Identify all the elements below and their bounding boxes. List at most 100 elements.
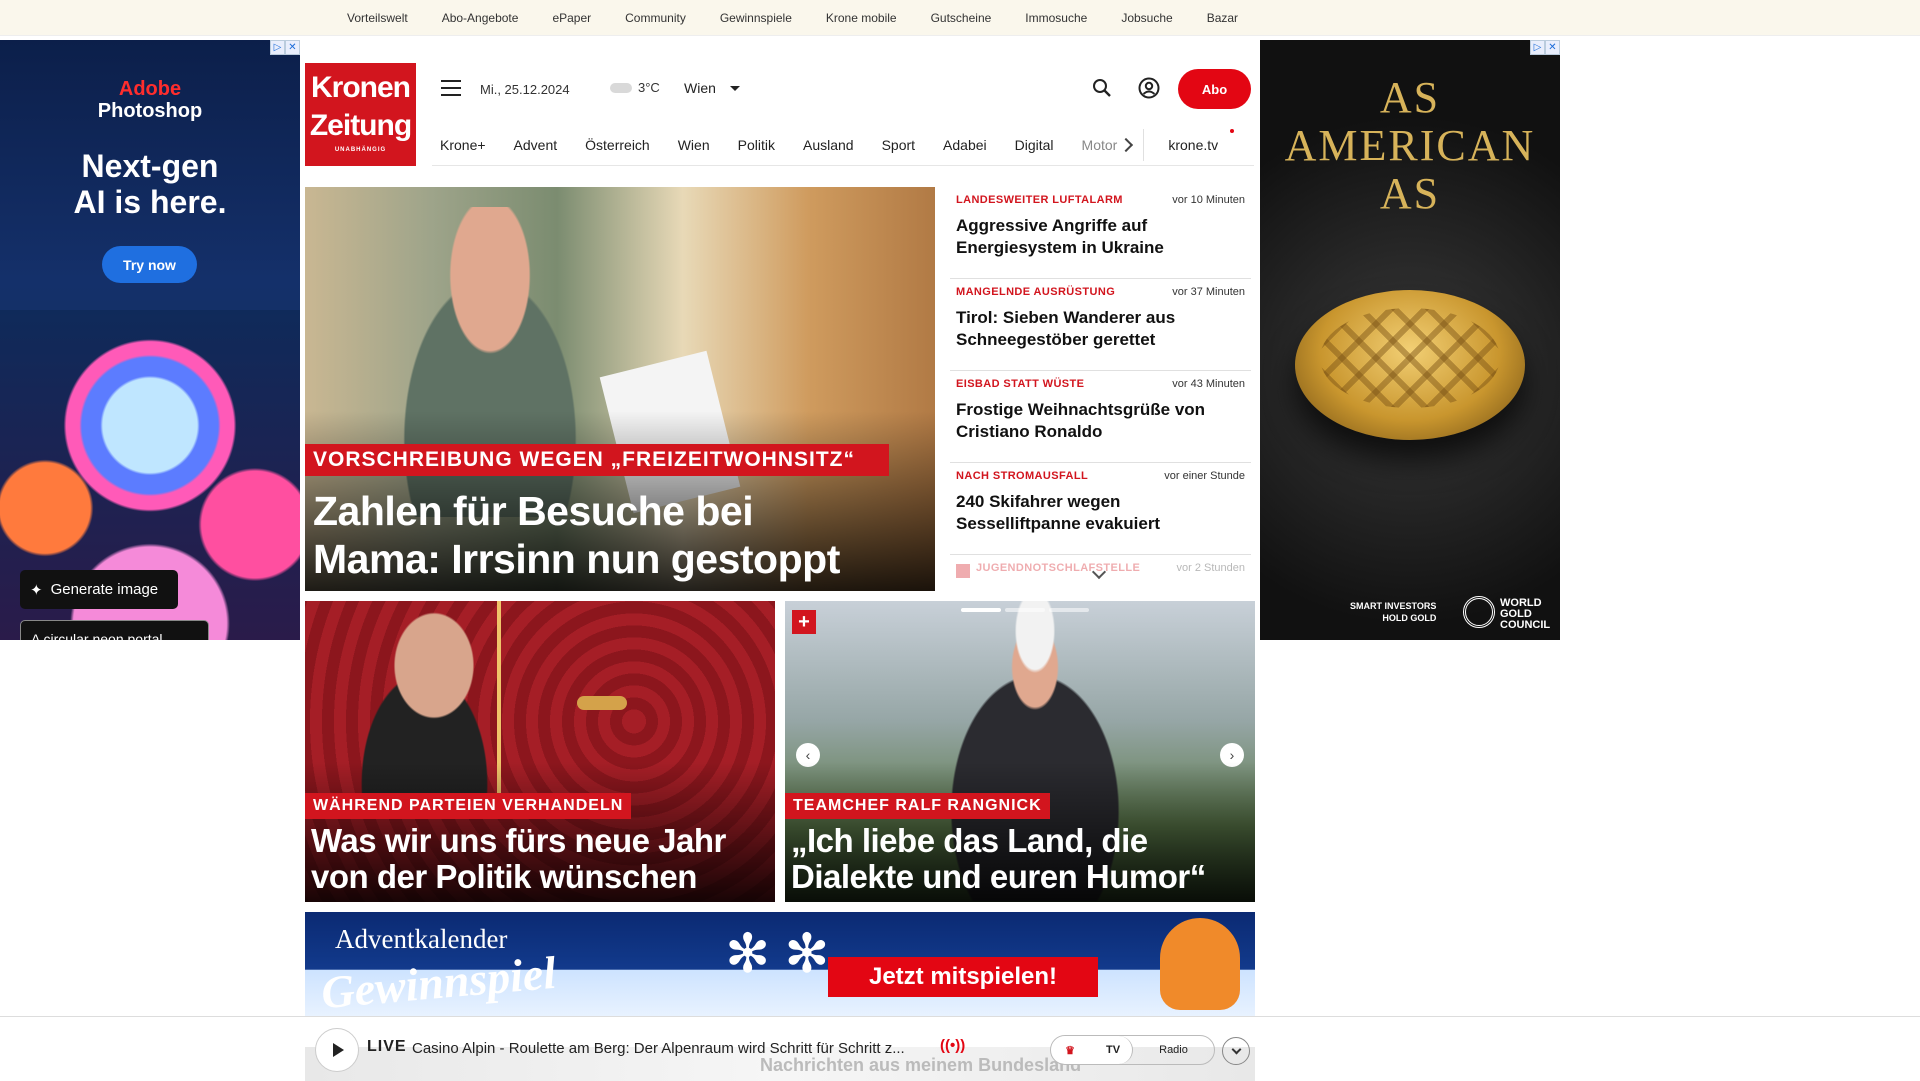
news-time: vor 43 Minuten <box>1172 378 1245 390</box>
live-dot-icon <box>1230 128 1235 133</box>
card-title-line2: von der Politik wünschen <box>311 858 697 895</box>
slider-dot[interactable] <box>1049 608 1089 612</box>
card-kicker: WÄHREND PARTEIEN VERHANDELN <box>305 793 632 819</box>
nav-item-wien[interactable]: Wien <box>678 137 710 153</box>
nav-item-advent[interactable]: Advent <box>514 137 558 153</box>
adchoices-icon[interactable]: ▷ <box>270 40 285 55</box>
live-player-bar: Nachrichten aus meinem Bundesland LIVE C… <box>0 1016 1920 1081</box>
left-skyscraper-ad[interactable]: ▷ ✕ Adobe Photoshop Next-gen AI is here.… <box>0 40 300 640</box>
news-time: vor einer Stunde <box>1164 470 1245 482</box>
ad-tagline-line3: AS <box>1379 169 1441 218</box>
abo-button[interactable]: Abo <box>1178 69 1251 109</box>
nav-item-oesterreich[interactable]: Österreich <box>585 137 650 153</box>
logo-subline: UNABHÄNGIG <box>334 147 387 153</box>
search-icon[interactable] <box>1092 78 1112 98</box>
latest-news-list: LANDESWEITER LUFTALARM vor 10 Minuten Ag… <box>950 187 1251 590</box>
hero-title: Zahlen für Besuche bei Mama: Irrsinn nun… <box>313 487 840 583</box>
nav-item-motor[interactable]: Motor <box>1082 137 1118 153</box>
topbar-link-community[interactable]: Community <box>625 11 686 25</box>
news-time: vor 2 Stunden <box>1176 562 1246 574</box>
crown-icon: ♛ <box>1065 1044 1075 1057</box>
tv-radio-toggle[interactable]: ♛ TV Radio <box>1050 1035 1215 1065</box>
ad-footer-line2: HOLD GOLD <box>1382 613 1437 623</box>
player-expand-button[interactable] <box>1222 1037 1250 1065</box>
adventkalender-banner[interactable]: Adventkalender Gewinnspiel ✻✻ Jetzt mits… <box>305 912 1255 1016</box>
nav-item-politik[interactable]: Politik <box>738 137 775 153</box>
city-selector[interactable]: Wien <box>684 80 740 96</box>
menu-icon[interactable] <box>441 80 461 96</box>
nav-divider <box>1143 128 1145 161</box>
news-item[interactable]: MANGELNDE AUSRÜSTUNG vor 37 Minuten Tiro… <box>950 279 1251 371</box>
ad-tagline-line1: AS <box>1379 73 1441 122</box>
topbar-link-vorteilswelt[interactable]: Vorteilswelt <box>347 11 408 25</box>
logo-line1: Kronen <box>311 71 411 104</box>
right-skyscraper-ad[interactable]: ▷ ✕ AS AMERICAN AS SMART INVESTORS HOLD … <box>1260 40 1560 640</box>
topbar-link-bazar[interactable]: Bazar <box>1207 11 1238 25</box>
radio-toggle-option[interactable]: Radio <box>1133 1036 1214 1064</box>
ad-headline-line1: Next-gen <box>81 148 219 184</box>
topbar-link-krone-mobile[interactable]: Krone mobile <box>826 11 897 25</box>
news-item[interactable]: LANDESWEITER LUFTALARM vor 10 Minuten Ag… <box>950 187 1251 279</box>
nav-item-ausland[interactable]: Ausland <box>803 137 854 153</box>
teaser-card-slider[interactable]: + ‹ › TEAMCHEF RALF RANGNICK „Ich liebe … <box>785 601 1255 902</box>
adchoices-badge[interactable]: ▷ ✕ <box>270 40 300 55</box>
topbar-link-abo-angebote[interactable]: Abo-Angebote <box>442 11 519 25</box>
tv-toggle-option[interactable]: ♛ TV <box>1051 1036 1133 1064</box>
current-date: Mi., 25.12.2024 <box>480 82 570 97</box>
news-headline: Aggressive Angriffe auf Energiesystem in… <box>956 216 1164 257</box>
ad-try-now-button[interactable]: Try now <box>102 246 197 283</box>
caret-down-icon <box>729 85 740 91</box>
news-headline: Frostige Weihnachtsgrüße von Cristiano R… <box>956 400 1206 441</box>
ad-headline: Next-gen AI is here. <box>0 148 300 220</box>
ad-close-icon[interactable]: ✕ <box>1545 40 1560 55</box>
weather-widget[interactable]: 3°C <box>610 80 660 95</box>
live-label: LIVE <box>367 1038 407 1055</box>
pie-lattice <box>1320 308 1500 408</box>
ad-prompt-field[interactable]: A circular neon portal ... <box>20 620 209 640</box>
nav-item-digital[interactable]: Digital <box>1015 137 1054 153</box>
ad-close-icon[interactable]: ✕ <box>285 40 300 55</box>
news-item[interactable]: NACH STROMAUSFALL vor einer Stunde 240 S… <box>950 463 1251 555</box>
news-time: vor 37 Minuten <box>1172 286 1245 298</box>
play-button[interactable] <box>315 1028 359 1072</box>
nav-item-krone-tv[interactable]: krone.tv <box>1168 128 1235 153</box>
adchoices-badge-right[interactable]: ▷ ✕ <box>1530 40 1560 55</box>
news-headline: Tirol: Sieben Wanderer aus Schneegestöbe… <box>956 308 1176 349</box>
nav-scroll-right-icon[interactable] <box>1119 137 1134 152</box>
news-headline: 240 Skifahrer wegen Sesselliftpanne evak… <box>956 492 1161 533</box>
fox-mascot-icon <box>1160 918 1240 1010</box>
wgc-line3: COUNCIL <box>1500 619 1551 631</box>
kroneplus-icon: + <box>792 610 816 634</box>
temperature: 3°C <box>638 80 660 95</box>
nav-item-adabei[interactable]: Adabei <box>943 137 987 153</box>
hero-title-line2: Mama: Irrsinn nun gestoppt <box>313 536 840 582</box>
top-utility-bar: Vorteilswelt Abo-Angebote ePaper Communi… <box>0 0 1920 36</box>
live-stream-title[interactable]: Casino Alpin - Roulette am Berg: Der Alp… <box>412 1040 932 1057</box>
main-navigation: Krone+ Advent Österreich Wien Politik Au… <box>432 124 1254 166</box>
news-item[interactable]: EISBAD STATT WÜSTE vor 43 Minuten Frosti… <box>950 371 1251 463</box>
teaser-card[interactable]: WÄHREND PARTEIEN VERHANDELN Was wir uns … <box>305 601 775 902</box>
ad-generate-label: Generate image <box>50 581 159 598</box>
card-title: „Ich liebe das Land, die Dialekte und eu… <box>791 823 1206 895</box>
ad-footer-line1: SMART INVESTORS <box>1350 601 1437 611</box>
ad-generate-image-button[interactable]: ✦ Generate image <box>20 570 178 609</box>
adchoices-icon[interactable]: ▷ <box>1530 40 1545 55</box>
user-account-icon[interactable] <box>1138 77 1160 99</box>
krone-tv-label: krone.tv <box>1168 136 1219 153</box>
topbar-link-gewinnspiele[interactable]: Gewinnspiele <box>720 11 792 25</box>
world-gold-council-wordmark: WORLD GOLD COUNCIL <box>1500 598 1550 631</box>
slider-dot[interactable] <box>961 608 1001 612</box>
advent-play-button[interactable]: Jetzt mitspielen! <box>828 957 1098 997</box>
kronen-zeitung-logo[interactable]: Kronen Zeitung UNABHÄNGIG <box>305 63 416 166</box>
nav-item-sport[interactable]: Sport <box>882 137 915 153</box>
topbar-link-immosuche[interactable]: Immosuche <box>1025 11 1087 25</box>
card-photo-handle <box>577 696 627 710</box>
topbar-link-gutscheine[interactable]: Gutscheine <box>931 11 992 25</box>
nav-item-kroneplus[interactable]: Krone+ <box>440 137 486 153</box>
card-title-line1: „Ich liebe das Land, die <box>791 822 1148 859</box>
topbar-link-epaper[interactable]: ePaper <box>552 11 591 25</box>
hero-title-line1: Zahlen für Besuche bei <box>313 488 754 534</box>
hero-article[interactable]: VORSCHREIBUNG WEGEN „FREIZEITWOHNSITZ“ Z… <box>305 187 935 591</box>
topbar-link-jobsuche[interactable]: Jobsuche <box>1121 11 1172 25</box>
slider-dot[interactable] <box>1005 608 1045 612</box>
